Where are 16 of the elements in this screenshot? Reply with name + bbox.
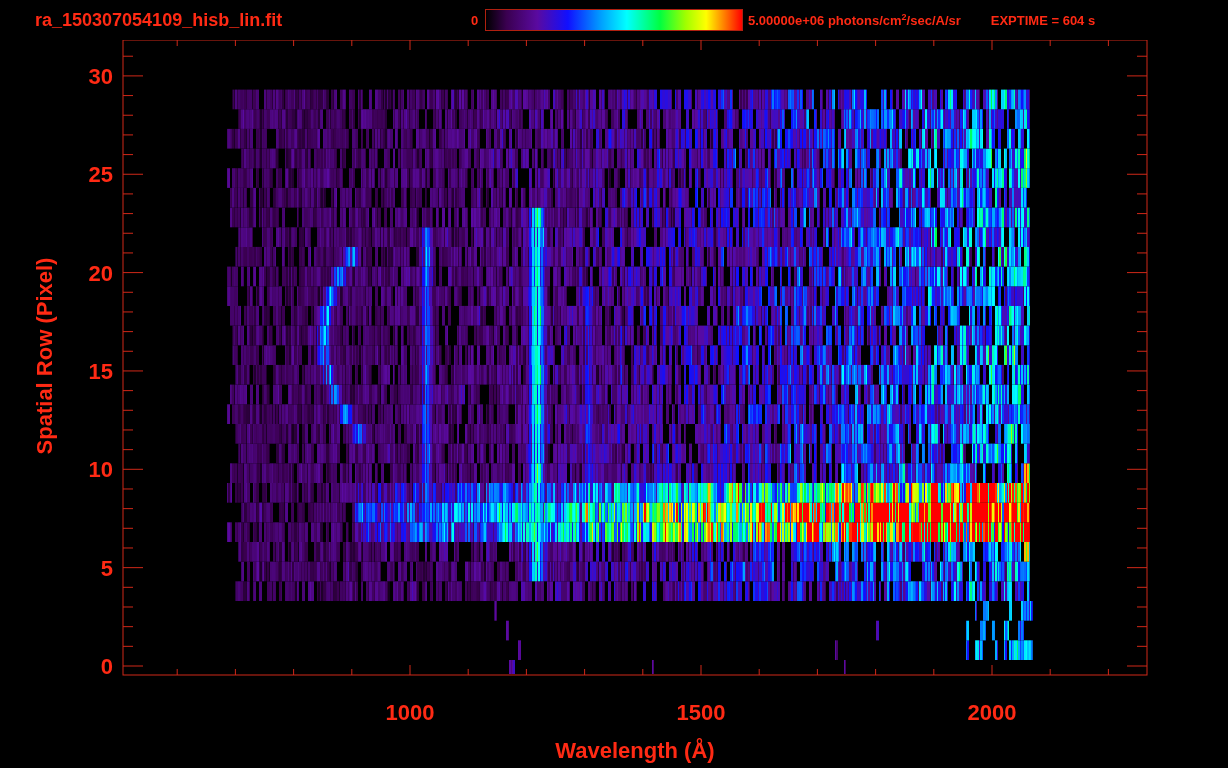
y-tick-label: 15 (88, 358, 113, 384)
x-tick-label: 1000 (385, 700, 435, 725)
y-tick-label: 5 (100, 555, 113, 581)
y-axis-title: Spatial Row (Pixel) (32, 257, 57, 455)
y-tick-label: 30 (88, 63, 113, 89)
colorbar-max-label: 5.00000e+06 photons/cm$^{2}$/sec/A/sr (748, 11, 961, 29)
y-tick-label: 10 (88, 457, 113, 483)
y-tick-label: 25 (88, 162, 113, 188)
y-tick-label: 0 (100, 654, 113, 679)
exposure-time: EXPTIME = 604 s (990, 12, 1096, 28)
y-tick-label: 20 (88, 260, 113, 286)
x-axis-title: Wavelength (Å) (555, 738, 715, 763)
x-tick-label: 2000 (967, 700, 1017, 725)
colorbar-min-label: 0 (471, 12, 480, 28)
x-tick-label: 1500 (676, 700, 726, 725)
plot-title: ra_150307054109_hisb_lin.fit (35, 9, 284, 31)
